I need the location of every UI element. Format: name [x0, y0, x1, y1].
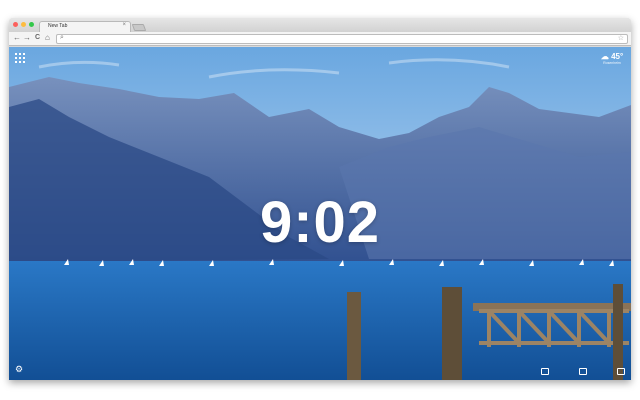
bookmark-star-icon[interactable]: ☆ — [618, 34, 624, 42]
address-bar[interactable]: ⌕ ☆ — [56, 34, 628, 44]
apps-grid-icon[interactable] — [15, 53, 25, 63]
browser-window: New Tab × ← → C ⌂ ⌕ ☆ — [9, 18, 631, 380]
tab-title: New Tab — [48, 23, 67, 29]
minimize-window-button[interactable] — [21, 22, 26, 27]
clock: 9:02 — [9, 189, 631, 256]
bottom-toolbar — [541, 368, 625, 375]
menu-icon[interactable] — [617, 368, 625, 375]
reload-button[interactable]: C — [35, 34, 40, 42]
tab-new-tab[interactable]: New Tab × — [39, 21, 131, 32]
home-button[interactable]: ⌂ — [45, 34, 50, 42]
forward-button[interactable]: → — [23, 34, 31, 42]
settings-icon[interactable]: ⚙ — [15, 364, 23, 375]
new-tab-page: ☁ 45° Rosenheim 9:02 ⚙ — [9, 47, 631, 380]
search-icon: ⌕ — [60, 34, 64, 42]
new-tab-button[interactable] — [132, 24, 147, 31]
title-bar: New Tab × — [9, 18, 631, 32]
note-icon[interactable] — [541, 368, 549, 375]
weather-widget[interactable]: ☁ 45° Rosenheim — [597, 52, 627, 66]
weather-location: Rosenheim — [597, 61, 627, 66]
close-window-button[interactable] — [13, 22, 18, 27]
close-tab-icon[interactable]: × — [122, 22, 126, 28]
zoom-window-button[interactable] — [29, 22, 34, 27]
weather-temperature: 45° — [611, 52, 623, 61]
photo-icon[interactable] — [579, 368, 587, 375]
cloud-icon: ☁ — [601, 52, 609, 61]
toolbar: ← → C ⌂ ⌕ ☆ — [9, 32, 631, 46]
window-controls — [13, 22, 34, 27]
back-button[interactable]: ← — [13, 34, 21, 42]
